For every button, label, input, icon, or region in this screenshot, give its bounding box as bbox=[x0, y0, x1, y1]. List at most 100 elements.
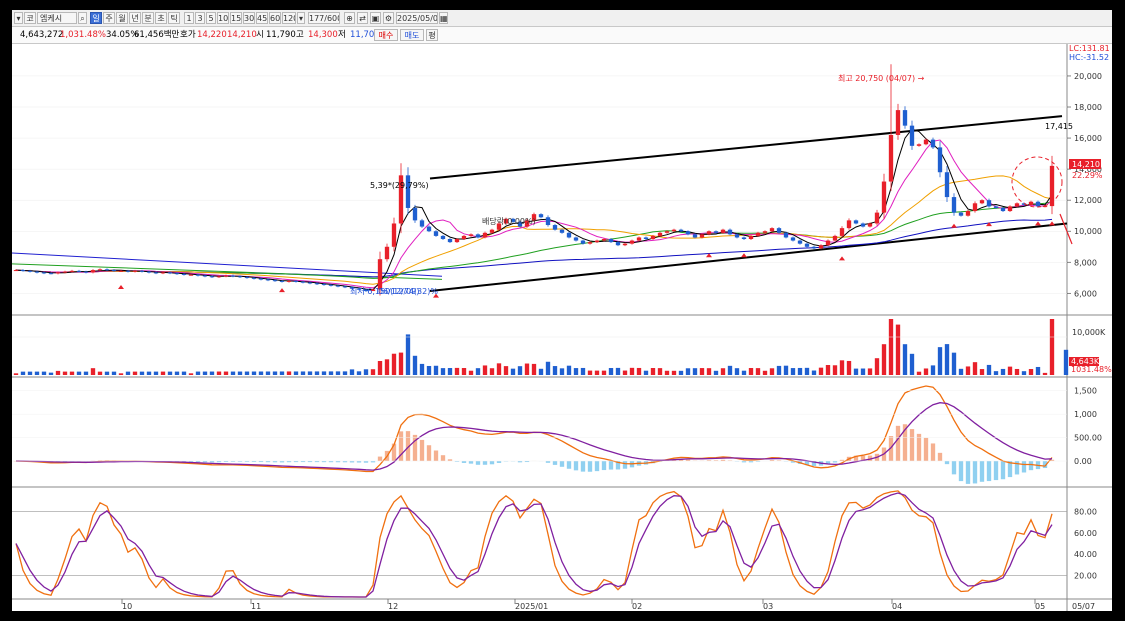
toolbar: ▾ 코 엠케시 ⌕ 일 주 월 년 분 초 틱 1 3 5 10 15 30 4… bbox=[12, 10, 1112, 27]
volume-bar bbox=[622, 370, 628, 375]
candle-body bbox=[391, 223, 397, 247]
cursor-icon[interactable]: ⊕ bbox=[344, 12, 355, 24]
candle-body bbox=[944, 172, 950, 198]
stock-name-field[interactable]: 엠케시 bbox=[37, 12, 77, 24]
macd-oscillator-bar bbox=[972, 461, 978, 484]
candle-body bbox=[342, 286, 348, 288]
volume-bar bbox=[1042, 372, 1048, 375]
volume-bar bbox=[223, 371, 229, 375]
volume-bar bbox=[125, 371, 131, 375]
interval-30[interactable]: 30 bbox=[243, 12, 255, 24]
buy-button[interactable]: 매수 bbox=[374, 29, 398, 41]
candle-body bbox=[1035, 201, 1041, 207]
volume-bar bbox=[454, 367, 460, 375]
date-field[interactable]: 2025/05/07 bbox=[396, 12, 438, 24]
market-code[interactable]: 코 bbox=[24, 12, 36, 24]
x-tick-label: 03 bbox=[763, 602, 773, 611]
candle-body bbox=[216, 276, 222, 278]
volume-bar bbox=[545, 361, 551, 375]
volume-bar bbox=[965, 366, 971, 375]
count-field[interactable]: 177/600 bbox=[308, 12, 340, 24]
calendar-icon[interactable]: ▦ bbox=[439, 12, 448, 24]
candle-body bbox=[608, 239, 614, 243]
candle-body bbox=[552, 225, 558, 230]
volume-bar bbox=[384, 359, 390, 375]
volume-bar bbox=[1063, 349, 1069, 375]
interval-10[interactable]: 10 bbox=[217, 12, 229, 24]
candle-body bbox=[657, 232, 663, 236]
volume-bar bbox=[349, 369, 355, 375]
tab-week[interactable]: 주 bbox=[103, 12, 115, 24]
volume-bar bbox=[692, 368, 698, 375]
volume-bar bbox=[517, 366, 523, 375]
volume-bar bbox=[377, 361, 383, 375]
tab-second[interactable]: 초 bbox=[155, 12, 167, 24]
candle-body bbox=[748, 235, 754, 240]
volume-bar bbox=[139, 371, 145, 375]
candle-body bbox=[566, 232, 572, 238]
annotation-high: 최고 20,750 (04/07) → bbox=[838, 73, 925, 83]
interval-120[interactable]: 120 bbox=[282, 12, 296, 24]
volume-bar bbox=[706, 368, 712, 375]
high-label: 고 bbox=[296, 30, 304, 40]
volume-bar bbox=[272, 371, 278, 375]
interval-5[interactable]: 5 bbox=[206, 12, 216, 24]
volume-bar bbox=[1000, 368, 1006, 375]
link-icon[interactable]: ⇄ bbox=[357, 12, 368, 24]
macd-oscillator-bar bbox=[419, 439, 425, 461]
sell-button[interactable]: 매도 bbox=[400, 29, 424, 41]
tab-month[interactable]: 월 bbox=[116, 12, 128, 24]
volume-bar bbox=[20, 371, 26, 375]
settings-icon[interactable]: ⚙ bbox=[383, 12, 394, 24]
tab-year[interactable]: 년 bbox=[129, 12, 141, 24]
y-tick-label: 18,000 bbox=[1074, 103, 1102, 112]
candle-body bbox=[601, 239, 607, 241]
stock-chart[interactable]: 최고 20,750 (04/07) → 최저 6,150(12/09) 06/1… bbox=[12, 44, 1112, 611]
candle-body bbox=[727, 229, 733, 235]
save-icon[interactable]: ▣ bbox=[370, 12, 381, 24]
candle-body bbox=[860, 223, 866, 227]
candle-body bbox=[825, 240, 831, 246]
candle-body bbox=[594, 240, 600, 243]
interval-45[interactable]: 45 bbox=[256, 12, 268, 24]
interval-15[interactable]: 15 bbox=[230, 12, 242, 24]
candle-body bbox=[692, 234, 698, 238]
candle-body bbox=[167, 272, 173, 274]
volume-bar bbox=[447, 368, 453, 375]
volume-bar bbox=[783, 365, 789, 375]
x-tick-label: 05 bbox=[1035, 602, 1045, 611]
candle-body bbox=[573, 237, 579, 241]
volume-bar bbox=[993, 371, 999, 375]
volume-bar bbox=[804, 367, 810, 375]
volume-bar bbox=[405, 334, 411, 375]
candle-body bbox=[195, 274, 201, 276]
candle-body bbox=[545, 217, 551, 226]
volume-bar bbox=[167, 371, 173, 375]
candle-body bbox=[174, 273, 180, 275]
volume-bar bbox=[972, 362, 978, 375]
search-icon[interactable]: ⌕ bbox=[78, 12, 87, 24]
tab-minute[interactable]: 분 bbox=[142, 12, 154, 24]
candle-body bbox=[874, 212, 880, 224]
candle-body bbox=[762, 231, 768, 233]
volume-bar bbox=[265, 371, 271, 375]
avg-button[interactable]: 평 bbox=[426, 29, 438, 41]
volume-value: 4,643,272 bbox=[20, 30, 64, 40]
dropdown-icon[interactable]: ▾ bbox=[14, 12, 23, 24]
tab-tick[interactable]: 틱 bbox=[168, 12, 180, 24]
candle-body bbox=[615, 242, 621, 246]
candle-body bbox=[475, 234, 481, 238]
volume-bar bbox=[230, 371, 236, 375]
stoch-tick-label: 80.00 bbox=[1074, 507, 1097, 516]
interval-1[interactable]: 1 bbox=[184, 12, 194, 24]
candle-body bbox=[13, 270, 19, 272]
interval-3[interactable]: 3 bbox=[195, 12, 205, 24]
interval-dropdown-icon[interactable]: ▾ bbox=[297, 12, 305, 24]
candle-body bbox=[209, 276, 215, 278]
candle-body bbox=[965, 211, 971, 216]
candle-body bbox=[790, 237, 796, 241]
candle-body bbox=[1000, 207, 1006, 212]
tab-day[interactable]: 일 bbox=[90, 12, 102, 24]
y-tick-label: 12,000 bbox=[1074, 196, 1102, 205]
interval-60[interactable]: 60 bbox=[269, 12, 281, 24]
